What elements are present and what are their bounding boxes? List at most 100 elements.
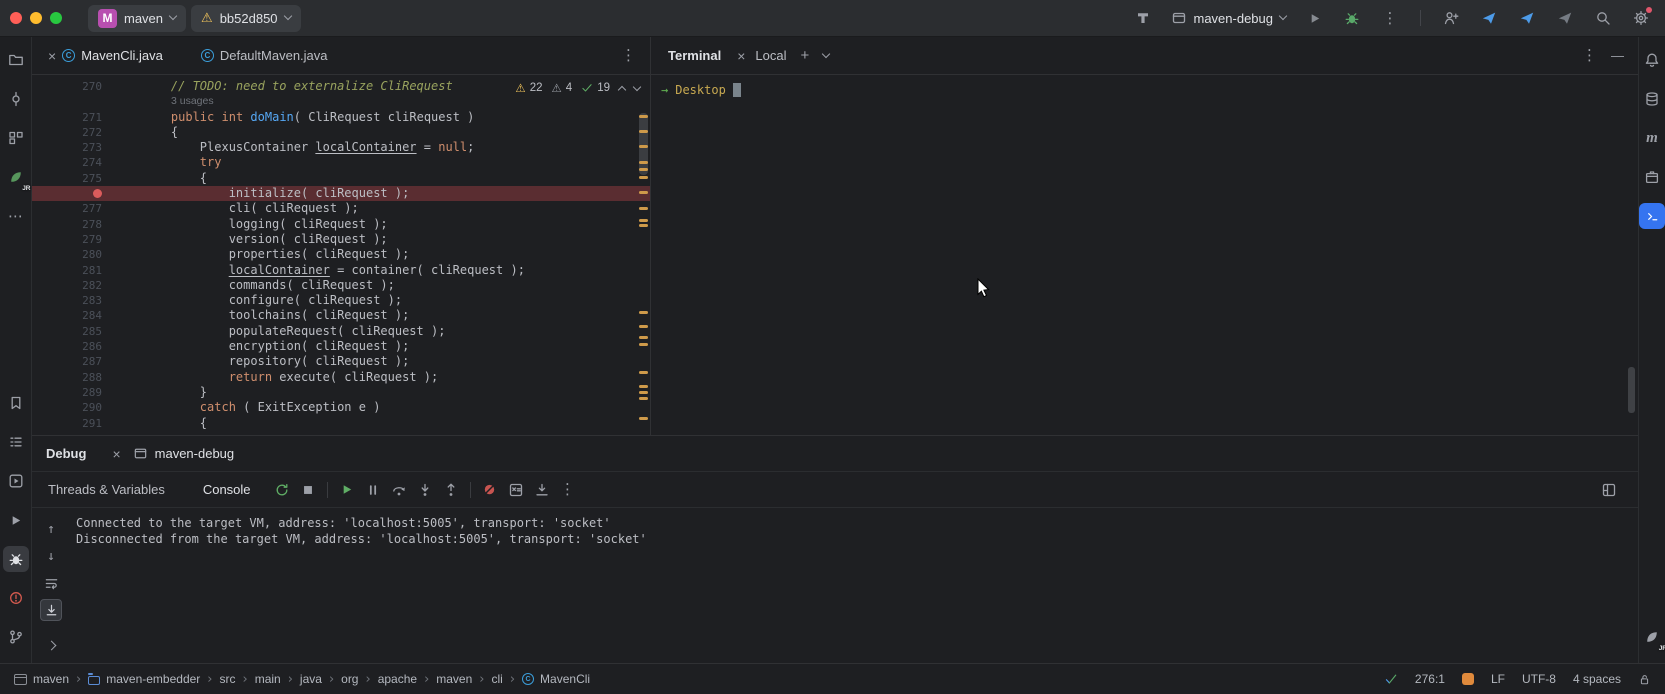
jrebel-status-icon[interactable] [1462,673,1474,685]
code-line[interactable]: 272 { [32,125,650,140]
code-line[interactable]: 273 PlexusContainer localContainer = nul… [32,140,650,155]
debug-more-button[interactable]: ⋮ [555,478,581,502]
debug-with-jrebel-button[interactable] [1513,4,1541,32]
line-number-gutter[interactable]: 282 [32,278,102,293]
inlay-hint-line[interactable]: 3 usages [32,94,650,109]
line-number-gutter[interactable]: 284 [32,308,102,323]
code-line[interactable]: 285 populateRequest( cliRequest ); [32,324,650,339]
breakpoint-gutter[interactable] [32,186,102,201]
inspection-mark[interactable] [639,176,648,179]
step-over-button[interactable] [386,478,412,502]
line-number-gutter[interactable]: 290 [32,400,102,415]
debug-session-tab[interactable]: maven-debug [133,446,235,461]
more-actions-button[interactable]: ⋮ [1376,4,1404,32]
breadcrumb-item[interactable]: org [341,672,358,686]
line-number-gutter[interactable]: 279 [32,232,102,247]
run-configuration-selector[interactable]: maven-debug [1171,10,1287,26]
file-encoding[interactable]: UTF-8 [1522,672,1556,686]
terminal-panel[interactable]: → Desktop [650,75,1638,435]
inspections-widget[interactable]: ⚠22 ⚠4 19 [515,81,640,95]
indent-style[interactable]: 4 spaces [1573,672,1621,686]
line-number-gutter[interactable]: 289 [32,385,102,400]
editor-tab-mavencli[interactable]: × C MavenCli.java [42,37,169,74]
soft-wrap-button[interactable] [40,572,62,594]
code-line[interactable]: 283 configure( cliRequest ); [32,293,650,308]
code-line[interactable]: 284 toolchains( cliRequest ); [32,308,650,323]
next-occurrence-button[interactable]: ↓ [40,545,62,567]
inspection-mark[interactable] [639,115,648,118]
error-stripe[interactable] [636,75,650,435]
step-out-button[interactable] [438,478,464,502]
terminal-prompt[interactable]: → Desktop [661,83,1638,97]
line-number-gutter[interactable]: 287 [32,354,102,369]
code-line[interactable]: 271 public int doMain( CliRequest cliReq… [32,110,650,125]
code-line[interactable]: 288 return execute( cliRequest ); [32,370,650,385]
project-tool-button[interactable] [3,47,29,73]
line-number-gutter[interactable]: 272 [32,125,102,140]
line-number-gutter[interactable]: 286 [32,339,102,354]
code-line[interactable]: 278 logging( cliRequest ); [32,217,650,232]
chevron-down-icon[interactable] [822,49,830,57]
caret-position[interactable]: 276:1 [1415,672,1445,686]
breakpoint-dot[interactable] [93,189,102,198]
inspection-mark[interactable] [639,224,648,227]
settings-button[interactable] [1627,4,1655,32]
run-with-jrebel-button[interactable] [1475,4,1503,32]
problems-tool-button[interactable] [3,585,29,611]
inspection-mark[interactable] [639,336,648,339]
inspection-mark[interactable] [639,311,648,314]
line-separator[interactable]: LF [1491,672,1505,686]
close-icon[interactable]: × [48,49,56,63]
evaluate-expression-button[interactable] [503,478,529,502]
editor-scrollbar-thumb[interactable] [639,113,648,175]
tab-console[interactable]: Console [203,482,251,497]
more-tool-windows-button[interactable]: ⋯ [3,203,29,229]
todo-tool-button[interactable] [3,429,29,455]
line-number-gutter[interactable]: 278 [32,217,102,232]
previous-occurrence-button[interactable]: ↑ [40,518,62,540]
resume-button[interactable] [334,478,360,502]
inspection-mark[interactable] [639,397,648,400]
code-line[interactable]: initialize( cliRequest ); [32,186,650,201]
layout-settings-button[interactable] [1596,478,1622,502]
branch-widget[interactable]: ⚠ bb52d850 [191,5,301,32]
code-line[interactable]: 275 { [32,171,650,186]
breadcrumb-item[interactable]: CMavenCli [522,672,590,686]
jrebel-panel-button[interactable]: JR [1639,624,1665,650]
breadcrumb-item[interactable]: maven [436,672,472,686]
tab-options-button[interactable]: ⋮ [621,48,636,63]
close-icon[interactable]: × [737,49,745,63]
notifications-tool-button[interactable] [1639,47,1665,73]
code-line[interactable]: 279 version( cliRequest ); [32,232,650,247]
project-widget[interactable]: M maven [88,5,186,32]
code-line[interactable]: 287 repository( cliRequest ); [32,354,650,369]
line-number-gutter[interactable]: 271 [32,110,102,125]
inspection-mark[interactable] [639,207,648,210]
editor-tab-defaultmaven[interactable]: C DefaultMaven.java [195,37,334,74]
inspection-mark[interactable] [639,145,648,148]
run-to-cursor-button[interactable] [529,478,555,502]
weak-warnings-count[interactable]: ⚠4 [551,81,572,95]
breadcrumb-item[interactable]: apache [378,672,417,686]
git-tool-button[interactable] [3,624,29,650]
zoom-window-button[interactable] [50,12,62,24]
terminal-options-button[interactable]: ⋮ [1582,48,1597,63]
build-tool-button[interactable] [1639,164,1665,190]
breadcrumb-item[interactable]: maven-embedder [88,672,200,686]
breadcrumb-item[interactable]: java [300,672,322,686]
code-line[interactable]: 289 } [32,385,650,400]
inspection-mark[interactable] [639,168,648,171]
jrebel-remote-button[interactable] [1551,4,1579,32]
pause-button[interactable] [360,478,386,502]
breadcrumb-item[interactable]: maven [14,672,69,686]
line-number-gutter[interactable]: 270 [32,79,102,94]
inspection-mark[interactable] [639,391,648,394]
line-number-gutter[interactable]: 280 [32,247,102,262]
run-tool-button[interactable] [3,507,29,533]
inspection-mark[interactable] [639,385,648,388]
debug-console[interactable]: ↑ ↓ Connected to the target VM, address:… [32,508,1638,663]
code-line[interactable]: 286 encryption( cliRequest ); [32,339,650,354]
inspection-mark[interactable] [639,219,648,222]
commit-tool-button[interactable] [3,86,29,112]
database-tool-button[interactable] [1639,86,1665,112]
